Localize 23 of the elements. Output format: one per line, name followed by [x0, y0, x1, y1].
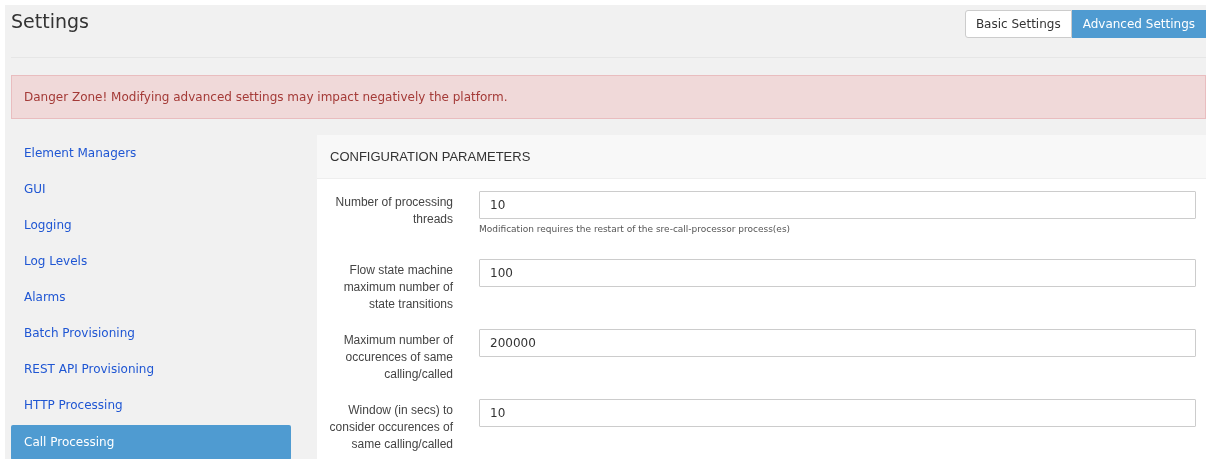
help-text: Modification requires the restart of the sre-call-processor process(es)	[479, 224, 792, 234]
panel-title: CONFIGURATION PARAMETERS	[317, 135, 1206, 179]
field-label: Window (in secs) to consider occurences of same calling/called	[328, 402, 453, 453]
sidebar-item[interactable]: Call Processing	[11, 425, 291, 459]
input-field[interactable]: 10	[479, 191, 1196, 219]
settings-tab[interactable]: Advanced Settings	[1071, 10, 1206, 38]
sidebar-item[interactable]: Batch Provisioning	[11, 315, 291, 351]
input-field[interactable]: 200000	[479, 329, 1196, 357]
danger-alert: Danger Zone! Modifying advanced settings may impact negatively the platform.	[11, 75, 1206, 119]
field-label: Maximum number of occurences of same calling/called	[342, 332, 453, 383]
input-field[interactable]: 100	[479, 259, 1196, 287]
sidebar-item[interactable]: REST API Provisioning	[11, 351, 291, 387]
sidebar-item[interactable]: GUI	[11, 171, 291, 207]
sidebar-item[interactable]: HTTP Processing	[11, 387, 291, 423]
sidebar-item[interactable]: Logging	[11, 207, 291, 243]
input-field[interactable]: 10	[479, 399, 1196, 427]
page-title: Settings	[11, 10, 89, 32]
settings-tab[interactable]: Basic Settings	[964, 10, 1072, 38]
sidebar-item[interactable]: Log Levels	[11, 243, 291, 279]
sidebar-item[interactable]: Alarms	[11, 279, 291, 315]
sidebar-item[interactable]: Element Managers	[11, 135, 291, 171]
field-label: Number of processing threads	[334, 194, 453, 228]
field-label: Flow state machine maximum number of state transitions	[342, 262, 453, 313]
